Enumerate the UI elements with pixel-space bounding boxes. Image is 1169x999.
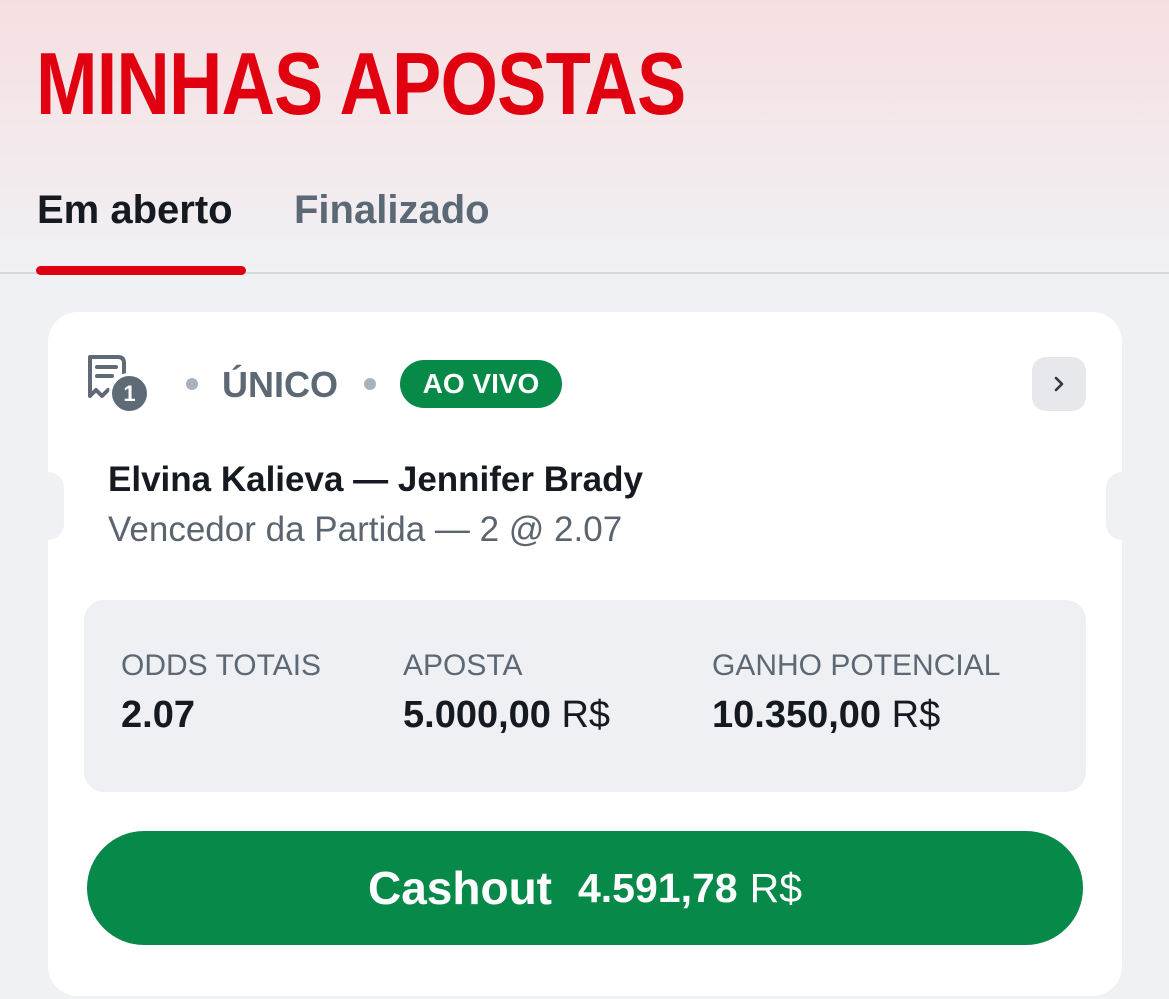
- potential-win-currency: R$: [891, 694, 941, 736]
- cashout-button[interactable]: Cashout 4.591,78 R$: [87, 831, 1083, 945]
- chevron-right-icon: [1054, 376, 1064, 392]
- page-title: MINHAS APOSTAS: [36, 34, 686, 133]
- separator-dot: [364, 378, 376, 390]
- bet-type-label: ÚNICO: [222, 364, 338, 405]
- total-odds-value: 2.07: [121, 694, 195, 736]
- stake-label: APOSTA: [403, 649, 523, 682]
- live-status-badge: AO VIVO: [400, 360, 562, 408]
- ticket-notch-right: [1106, 472, 1122, 540]
- market-selection: Vencedor da Partida — 2 @ 2.07: [108, 510, 623, 549]
- total-odds-label: ODDS TOTAIS: [121, 649, 322, 682]
- cashout-currency: R$: [749, 864, 803, 911]
- tab-finalizado[interactable]: Finalizado: [294, 186, 490, 234]
- separator-dot: [186, 378, 198, 390]
- potential-win-amount: 10.350,00 R$: [712, 692, 940, 738]
- ticket-notch-left: [48, 472, 64, 540]
- match-name: Elvina Kalieva — Jennifer Brady: [108, 460, 643, 499]
- stake-amount: 5.000,00 R$: [403, 692, 610, 738]
- selection-count-badge: 1: [109, 373, 150, 414]
- cashout-amount: 4.591,78: [577, 864, 738, 911]
- potential-win-value: 10.350,00: [712, 694, 882, 736]
- stake-value: 5.000,00: [403, 694, 551, 736]
- bet-details-button[interactable]: [1032, 357, 1086, 411]
- stake-currency: R$: [561, 694, 611, 736]
- active-tab-indicator: [36, 266, 246, 275]
- tab-em-aberto[interactable]: Em aberto: [37, 186, 233, 234]
- cashout-label: Cashout: [367, 862, 552, 914]
- potential-win-label: GANHO POTENCIAL: [712, 649, 1001, 682]
